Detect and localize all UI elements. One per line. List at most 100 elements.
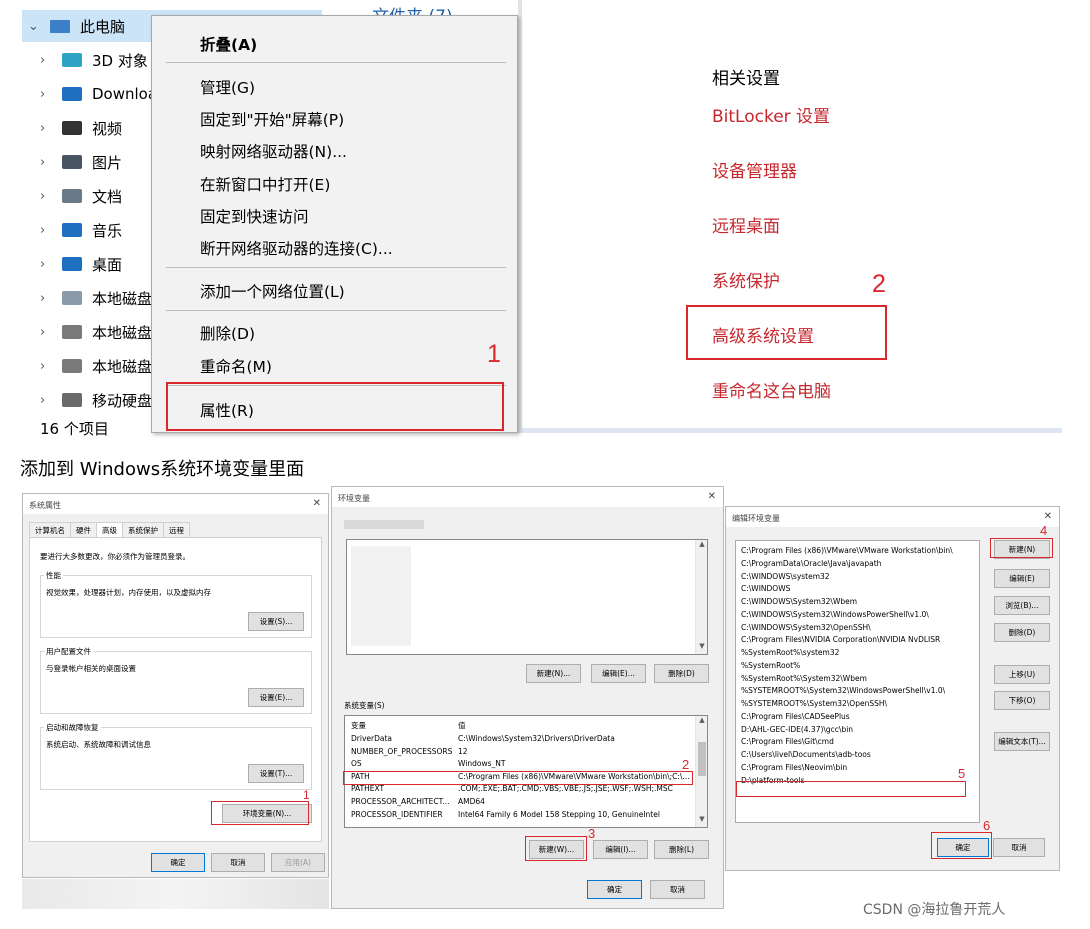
list-item[interactable]: %SystemRoot%\System32\Wbem	[741, 674, 867, 683]
user-variables-list[interactable]: ▲ ▼	[346, 539, 708, 655]
menu-item-rename[interactable]: 重命名(M)	[200, 355, 272, 377]
menu-item-open-new-window[interactable]: 在新窗口中打开(E)	[200, 173, 330, 195]
scroll-up-icon[interactable]: ▲	[696, 540, 707, 552]
chevron-right-icon[interactable]: ›	[40, 53, 62, 68]
link-rename-pc[interactable]: 重命名这台电脑	[712, 377, 831, 402]
edit-button[interactable]: 编辑(E)	[994, 569, 1050, 588]
scrollbar[interactable]: ▲ ▼	[695, 540, 707, 654]
tab-4[interactable]: 远程	[163, 522, 190, 537]
list-item[interactable]: C:\Program Files (x86)\VMware\VMware Wor…	[741, 546, 953, 555]
menu-item-collapse[interactable]: 折叠(A)	[200, 33, 257, 55]
tree-item[interactable]: › 本地磁盘	[40, 349, 152, 383]
scroll-down-icon[interactable]: ▼	[696, 815, 707, 827]
menu-item-pin-quick-access[interactable]: 固定到快速访问	[200, 205, 309, 227]
list-item[interactable]: %SYSTEMROOT%\System32\WindowsPowerShell\…	[741, 686, 945, 695]
menu-item-pin-start[interactable]: 固定到"开始"屏幕(P)	[200, 108, 344, 130]
list-item[interactable]: %SYSTEMROOT%\System32\OpenSSH\	[741, 699, 887, 708]
chevron-right-icon[interactable]: ›	[40, 325, 62, 340]
table-row[interactable]: NUMBER_OF_PROCESSORS 12	[345, 746, 695, 758]
tab-2[interactable]: 高级	[96, 522, 123, 537]
startup-settings-button[interactable]: 设置(T)...	[248, 764, 304, 783]
scroll-up-icon[interactable]: ▲	[696, 716, 707, 728]
chevron-right-icon[interactable]: ›	[40, 223, 62, 238]
delete-button[interactable]: 删除(D)	[994, 623, 1050, 642]
list-item[interactable]: C:\Program Files\CADSeePlus	[741, 712, 850, 721]
table-row[interactable]: PROCESSOR_IDENTIFIER Intel64 Family 6 Mod…	[345, 809, 695, 821]
tree-item[interactable]: › 视频	[40, 111, 122, 145]
performance-settings-button[interactable]: 设置(S)...	[248, 612, 304, 631]
list-item[interactable]: %SystemRoot%\system32	[741, 648, 839, 657]
list-item[interactable]: C:\Program Files\Neovim\bin	[741, 763, 847, 772]
list-item[interactable]: C:\WINDOWS\system32	[741, 572, 830, 581]
list-item[interactable]: D:\AHL-GEC-IDE(4.37)\gcc\bin	[741, 725, 853, 734]
list-item[interactable]: C:\WINDOWS	[741, 584, 790, 593]
user-edit-button[interactable]: 编辑(E)...	[591, 664, 646, 683]
tree-item[interactable]: › 3D 对象	[40, 43, 148, 77]
move-up-button[interactable]: 上移(U)	[994, 665, 1050, 684]
tree-item[interactable]: › 文档	[40, 179, 122, 213]
column-header-variable[interactable]: 变量	[351, 720, 366, 731]
tree-item[interactable]: › 本地磁盘	[40, 315, 152, 349]
scroll-down-icon[interactable]: ▼	[696, 642, 707, 654]
close-icon[interactable]: ✕	[1044, 511, 1052, 522]
tree-item[interactable]: › 图片	[40, 145, 122, 179]
list-item[interactable]: C:\Users\livel\Documents\adb-toos	[741, 750, 871, 759]
menu-item-disconnect-drive[interactable]: 断开网络驱动器的连接(C)...	[200, 237, 393, 259]
tab-1[interactable]: 硬件	[70, 522, 97, 537]
cancel-button[interactable]: 取消	[211, 853, 265, 872]
scrollbar-thumb[interactable]	[698, 742, 706, 776]
ok-button[interactable]: 确定	[587, 880, 642, 899]
list-item[interactable]: C:\WINDOWS\System32\WindowsPowerShell\v1…	[741, 610, 929, 619]
list-item[interactable]: C:\WINDOWS\System32\Wbem	[741, 597, 857, 606]
menu-item-add-network-location[interactable]: 添加一个网络位置(L)	[200, 280, 345, 302]
tree-item[interactable]: › 桌面	[40, 247, 122, 281]
scrollbar[interactable]: ▲ ▼	[695, 716, 707, 827]
menu-item-map-drive[interactable]: 映射网络驱动器(N)...	[200, 140, 347, 162]
chevron-right-icon[interactable]: ›	[40, 155, 62, 170]
user-new-button[interactable]: 新建(N)...	[526, 664, 581, 683]
list-item[interactable]: C:\WINDOWS\System32\OpenSSH\	[741, 623, 871, 632]
chevron-right-icon[interactable]: ›	[40, 393, 62, 408]
cancel-button[interactable]: 取消	[993, 838, 1045, 857]
list-item[interactable]: C:\Program Files\NVIDIA Corporation\NVID…	[741, 635, 940, 644]
tree-item[interactable]: › 移动硬盘	[40, 383, 152, 417]
menu-item-manage[interactable]: 管理(G)	[200, 76, 255, 98]
menu-item-delete[interactable]: 删除(D)	[200, 322, 255, 344]
cancel-button[interactable]: 取消	[650, 880, 705, 899]
table-row[interactable]: OS Windows_NT	[345, 758, 695, 770]
chevron-right-icon[interactable]: ›	[40, 291, 62, 306]
chevron-right-icon[interactable]: ›	[40, 359, 62, 374]
system-edit-button[interactable]: 编辑(I)...	[593, 840, 648, 859]
apply-button[interactable]: 应用(A)	[271, 853, 325, 872]
list-item[interactable]: %SystemRoot%	[741, 661, 800, 670]
profile-settings-button[interactable]: 设置(E)...	[248, 688, 304, 707]
chevron-down-icon[interactable]: ⌄	[28, 19, 50, 34]
link-device-manager[interactable]: 设备管理器	[712, 157, 797, 182]
chevron-right-icon[interactable]: ›	[40, 189, 62, 204]
edit-text-button[interactable]: 编辑文本(T)...	[994, 732, 1050, 751]
table-row[interactable]: DriverData C:\Windows\System32\Drivers\Dr…	[345, 733, 695, 745]
system-delete-button[interactable]: 删除(L)	[654, 840, 709, 859]
table-row[interactable]: PROCESSOR_ARCHITECT... AMD64	[345, 796, 695, 808]
tree-item-this-pc[interactable]: ⌄ 此电脑	[28, 9, 125, 43]
link-bitlocker[interactable]: BitLocker 设置	[712, 102, 830, 127]
list-item[interactable]: C:\ProgramData\Oracle\Java\javapath	[741, 559, 881, 568]
tree-item[interactable]: › 本地磁盘	[40, 281, 152, 315]
move-down-button[interactable]: 下移(O)	[994, 691, 1050, 710]
tree-item[interactable]: › 音乐	[40, 213, 122, 247]
chevron-right-icon[interactable]: ›	[40, 257, 62, 272]
tab-0[interactable]: 计算机名	[29, 522, 71, 537]
close-icon[interactable]: ✕	[313, 498, 321, 509]
column-header-value[interactable]: 值	[458, 720, 466, 731]
table-row[interactable]: PATHEXT .COM;.EXE;.BAT;.CMD;.VBS;.VBE;.JS…	[345, 783, 695, 795]
link-remote-desktop[interactable]: 远程桌面	[712, 212, 780, 237]
link-system-protection[interactable]: 系统保护	[712, 267, 780, 292]
close-icon[interactable]: ✕	[708, 491, 716, 502]
user-delete-button[interactable]: 删除(D)	[654, 664, 709, 683]
tab-3[interactable]: 系统保护	[122, 522, 164, 537]
chevron-right-icon[interactable]: ›	[40, 121, 62, 136]
list-item[interactable]: C:\Program Files\Git\cmd	[741, 737, 834, 746]
ok-button[interactable]: 确定	[151, 853, 205, 872]
browse-button[interactable]: 浏览(B)...	[994, 596, 1050, 615]
chevron-right-icon[interactable]: ›	[40, 87, 62, 102]
